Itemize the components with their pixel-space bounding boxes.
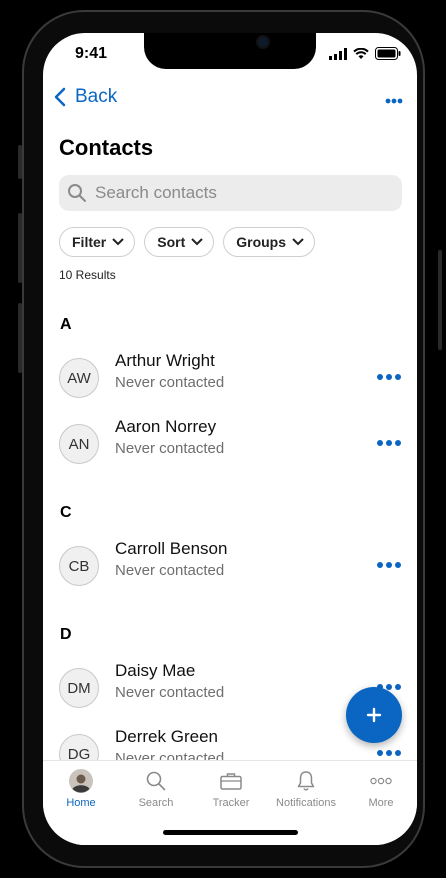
- contact-row[interactable]: CB Carroll Benson Never contacted: [59, 539, 402, 593]
- avatar: CB: [59, 546, 99, 586]
- home-indicator[interactable]: [163, 830, 298, 835]
- wifi-icon: [353, 47, 369, 59]
- power-button: [438, 250, 442, 350]
- status-icons: [329, 47, 401, 60]
- contact-status: Never contacted: [115, 562, 225, 579]
- contact-row[interactable]: AN Aaron Norrey Never contacted: [59, 417, 402, 471]
- more-options-icon[interactable]: [376, 553, 402, 577]
- volume-up-button: [18, 213, 22, 283]
- filter-chip[interactable]: Filter: [59, 227, 136, 257]
- contact-row[interactable]: AW Arthur Wright Never contacted: [59, 351, 402, 405]
- status-time: 9:41: [75, 45, 108, 62]
- contact-status: Never contacted: [115, 684, 225, 701]
- more-options-icon[interactable]: [376, 431, 402, 455]
- contact-name: Derrek Green: [115, 727, 218, 746]
- battery-icon: [375, 47, 401, 60]
- section-header-d: D: [60, 626, 72, 643]
- chevron-down-icon: [191, 238, 203, 246]
- avatar: DM: [59, 668, 99, 708]
- briefcase-icon: [220, 773, 242, 790]
- groups-chip[interactable]: Groups: [223, 227, 316, 257]
- sort-chip[interactable]: Sort: [144, 227, 215, 257]
- filter-chip-label: Filter: [72, 234, 107, 250]
- tab-more[interactable]: More: [344, 769, 417, 809]
- section-header-c: C: [60, 504, 72, 521]
- avatar-photo: [69, 769, 93, 793]
- back-button[interactable]: Back: [51, 85, 117, 109]
- contact-status: Never contacted: [115, 374, 225, 391]
- tab-home[interactable]: Home: [44, 769, 118, 809]
- tab-label: Tracker: [212, 797, 250, 809]
- tab-label: Home: [66, 797, 96, 809]
- page-title: Contacts: [59, 135, 154, 160]
- tab-notifications[interactable]: Notifications: [269, 769, 343, 809]
- contact-name: Daisy Mae: [115, 661, 196, 680]
- plus-icon: [366, 707, 382, 723]
- tab-label: Notifications: [276, 797, 336, 809]
- screen: 9:41 Back Contacts Search contacts Filte…: [43, 33, 417, 845]
- camera: [258, 37, 268, 47]
- tab-tracker[interactable]: Tracker: [194, 769, 268, 809]
- search-placeholder: Search contacts: [95, 183, 217, 202]
- bell-icon: [297, 771, 315, 791]
- tab-search[interactable]: Search: [119, 769, 193, 809]
- section-header-a: A: [60, 316, 72, 333]
- notch: [144, 33, 316, 69]
- search-icon: [68, 184, 86, 202]
- more-options-button[interactable]: [385, 91, 403, 109]
- groups-chip-label: Groups: [236, 234, 287, 250]
- more-options-icon[interactable]: [376, 365, 402, 389]
- avatar: AW: [59, 358, 99, 398]
- search-input[interactable]: Search contacts: [59, 175, 402, 211]
- contact-name: Carroll Benson: [115, 539, 228, 558]
- contact-name: Arthur Wright: [115, 351, 215, 370]
- chevron-down-icon: [112, 238, 124, 246]
- search-icon: [146, 771, 166, 791]
- avatar: AN: [59, 424, 99, 464]
- volume-down-button: [18, 303, 22, 373]
- tab-label: More: [368, 797, 394, 809]
- sort-chip-label: Sort: [157, 234, 186, 250]
- back-label: Back: [75, 86, 118, 107]
- chevron-left-icon: [54, 87, 66, 107]
- tab-label: Search: [138, 797, 174, 809]
- signal-icon: [329, 47, 347, 60]
- filter-bar: Filter Sort Groups: [59, 227, 316, 257]
- add-contact-button[interactable]: [346, 687, 402, 743]
- more-horizontal-icon: [370, 777, 392, 785]
- more-horizontal-icon: [385, 98, 403, 104]
- chevron-down-icon: [292, 238, 304, 246]
- results-count: 10 Results: [59, 268, 116, 282]
- mute-switch: [18, 145, 22, 179]
- contact-status: Never contacted: [115, 440, 225, 457]
- contact-name: Aaron Norrey: [115, 417, 217, 436]
